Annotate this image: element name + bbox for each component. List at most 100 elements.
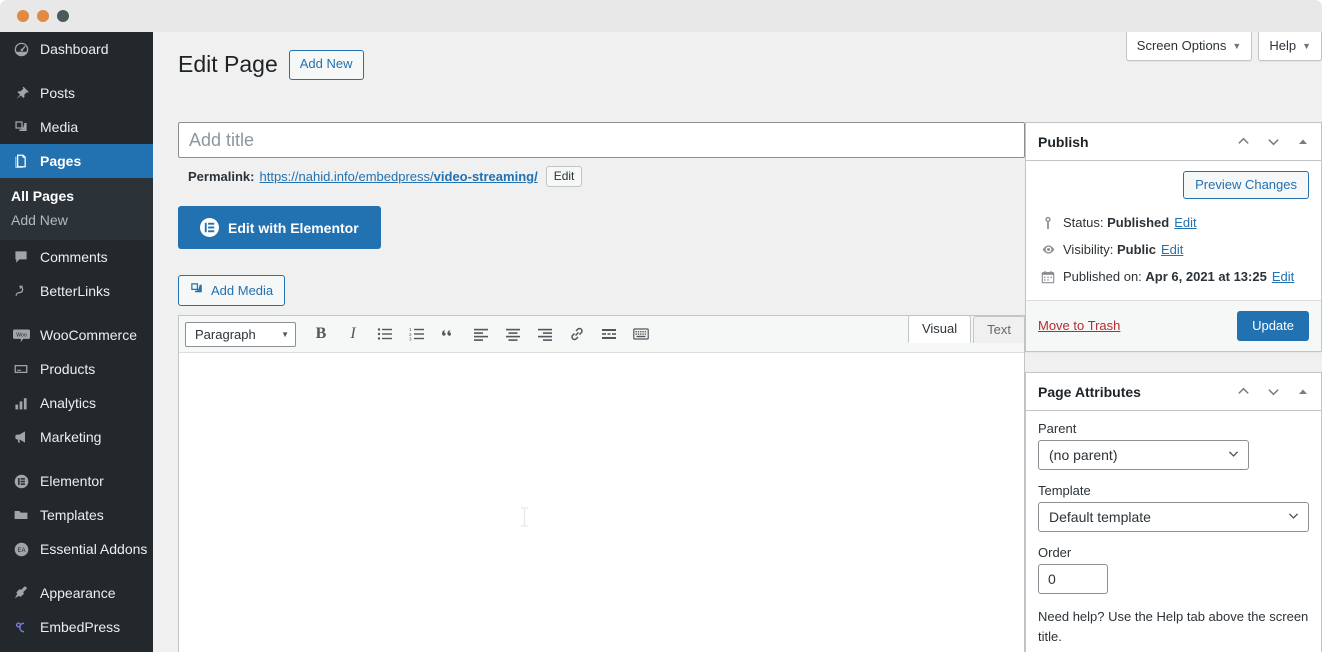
edit-status-link[interactable]: Edit xyxy=(1174,215,1196,230)
sidebar-item-label: Media xyxy=(40,119,78,135)
insert-link-icon[interactable] xyxy=(564,321,590,347)
page-header: Edit Page Add New xyxy=(178,50,364,80)
handle-actions xyxy=(1229,128,1317,156)
sidebar-item-analytics[interactable]: Analytics xyxy=(0,386,153,420)
page-attributes-title: Page Attributes xyxy=(1038,384,1229,400)
add-new-button[interactable]: Add New xyxy=(289,50,364,79)
page-title: Edit Page xyxy=(178,50,278,80)
sidebar-item-essential-addons[interactable]: EA Essential Addons xyxy=(0,532,153,566)
sidebar-separator xyxy=(0,566,153,576)
template-value: Default template xyxy=(1049,509,1151,525)
move-up-icon[interactable] xyxy=(1229,378,1257,406)
analytics-bars-icon xyxy=(11,393,31,413)
align-center-icon[interactable] xyxy=(500,321,526,347)
elementor-button-label: Edit with Elementor xyxy=(228,220,359,236)
toolbar-toggle-icon[interactable] xyxy=(628,321,654,347)
align-right-icon[interactable] xyxy=(532,321,558,347)
sidebar-item-elementor[interactable]: Elementor xyxy=(0,464,153,498)
svg-text:3: 3 xyxy=(409,337,412,342)
post-body: Permalink: https://nahid.info/embedpress… xyxy=(153,90,1322,652)
page-attributes-header: Page Attributes xyxy=(1026,373,1321,411)
toggle-panel-icon[interactable] xyxy=(1289,128,1317,156)
pin-status-icon xyxy=(1038,216,1058,230)
essential-addons-icon: EA xyxy=(11,539,31,559)
calendar-icon xyxy=(1038,270,1058,284)
title-field-wrapper[interactable] xyxy=(178,122,1025,158)
preview-changes-button[interactable]: Preview Changes xyxy=(1183,171,1309,199)
edit-permalink-button[interactable]: Edit xyxy=(546,166,583,187)
paragraph-format-select[interactable]: Paragraph ▼ xyxy=(185,322,296,347)
sidebar-item-label: Analytics xyxy=(40,395,96,411)
toggle-panel-icon[interactable] xyxy=(1289,378,1317,406)
update-button[interactable]: Update xyxy=(1237,311,1309,341)
sidebar-subitem-all-pages[interactable]: All Pages xyxy=(0,184,153,208)
edit-visibility-link[interactable]: Edit xyxy=(1161,242,1183,257)
permalink-prefix: https://nahid.info/embedpress/ xyxy=(259,169,433,184)
sidebar-item-label: BetterLinks xyxy=(40,283,110,299)
screen-options-button[interactable]: Screen Options ▼ xyxy=(1126,32,1253,61)
post-title-input[interactable] xyxy=(189,130,1014,151)
blockquote-icon[interactable] xyxy=(436,321,462,347)
order-input[interactable] xyxy=(1038,564,1108,594)
bold-icon[interactable]: B xyxy=(308,321,334,347)
sidebar-item-templates[interactable]: Templates xyxy=(0,498,153,532)
sidebar-item-woocommerce[interactable]: Woo WooCommerce xyxy=(0,318,153,352)
template-label: Template xyxy=(1038,483,1309,498)
tab-visual[interactable]: Visual xyxy=(908,315,971,343)
edit-with-elementor-button[interactable]: Edit with Elementor xyxy=(178,206,381,249)
parent-select[interactable]: (no parent) xyxy=(1038,440,1249,470)
add-media-button[interactable]: Add Media xyxy=(178,275,285,306)
align-left-icon[interactable] xyxy=(468,321,494,347)
move-to-trash-link[interactable]: Move to Trash xyxy=(1038,318,1120,333)
window-close-button[interactable] xyxy=(17,10,29,22)
screen-options-label: Screen Options xyxy=(1137,38,1227,53)
editor-container: Paragraph ▼ B I 123 xyxy=(178,315,1025,652)
numbered-list-icon[interactable]: 123 xyxy=(404,321,430,347)
read-more-icon[interactable] xyxy=(596,321,622,347)
sidebar-item-betterlinks[interactable]: BetterLinks xyxy=(0,274,153,308)
sidebar-item-dashboard[interactable]: Dashboard xyxy=(0,32,153,66)
sidebar-item-embedpress[interactable]: EmbedPress xyxy=(0,610,153,644)
elementor-icon xyxy=(200,218,219,237)
chevron-down-icon: ▼ xyxy=(1232,41,1241,51)
edit-published-link[interactable]: Edit xyxy=(1272,269,1294,284)
woo-icon: Woo xyxy=(11,325,31,345)
publishing-action: Update xyxy=(1237,311,1309,341)
embedpress-icon xyxy=(11,617,31,637)
pages-icon xyxy=(11,151,31,171)
permalink-link[interactable]: https://nahid.info/embedpress/video-stre… xyxy=(259,169,537,184)
sidebar-item-pages[interactable]: Pages xyxy=(0,144,153,178)
sidebar-item-label: Appearance xyxy=(40,585,116,601)
bulleted-list-icon[interactable] xyxy=(372,321,398,347)
sidebar-item-posts[interactable]: Posts xyxy=(0,76,153,110)
sidebar-item-products[interactable]: Products xyxy=(0,352,153,386)
link-chain-icon xyxy=(11,281,31,301)
dashboard-icon xyxy=(11,39,31,59)
order-label: Order xyxy=(1038,545,1309,560)
tab-text[interactable]: Text xyxy=(973,316,1025,343)
elementor-icon xyxy=(11,471,31,491)
move-up-icon[interactable] xyxy=(1229,128,1257,156)
sidebar-subitem-label: Add New xyxy=(11,212,68,228)
editor-mode-tabs: Visual Text xyxy=(906,314,1025,342)
sidebar-item-label: Products xyxy=(40,361,95,377)
pages-submenu: All Pages Add New xyxy=(0,178,153,240)
window-maximize-button[interactable] xyxy=(57,10,69,22)
help-button[interactable]: Help ▼ xyxy=(1258,32,1322,61)
editor-content-area[interactable] xyxy=(179,353,1024,652)
sidebar-subitem-add-new[interactable]: Add New xyxy=(0,208,153,232)
minor-publishing-actions: Preview Changes xyxy=(1026,161,1321,209)
screen-meta-links: Screen Options ▼ Help ▼ xyxy=(1126,32,1322,61)
sidebar-item-marketing[interactable]: Marketing xyxy=(0,420,153,454)
template-select[interactable]: Default template xyxy=(1038,502,1309,532)
move-down-icon[interactable] xyxy=(1259,128,1287,156)
window-minimize-button[interactable] xyxy=(37,10,49,22)
paragraph-format-value: Paragraph xyxy=(195,327,256,342)
sidebar-item-appearance[interactable]: Appearance xyxy=(0,576,153,610)
move-down-icon[interactable] xyxy=(1259,378,1287,406)
visibility-value: Public xyxy=(1117,242,1156,257)
paintbrush-icon xyxy=(11,583,31,603)
sidebar-item-comments[interactable]: Comments xyxy=(0,240,153,274)
italic-icon[interactable]: I xyxy=(340,321,366,347)
sidebar-item-media[interactable]: Media xyxy=(0,110,153,144)
